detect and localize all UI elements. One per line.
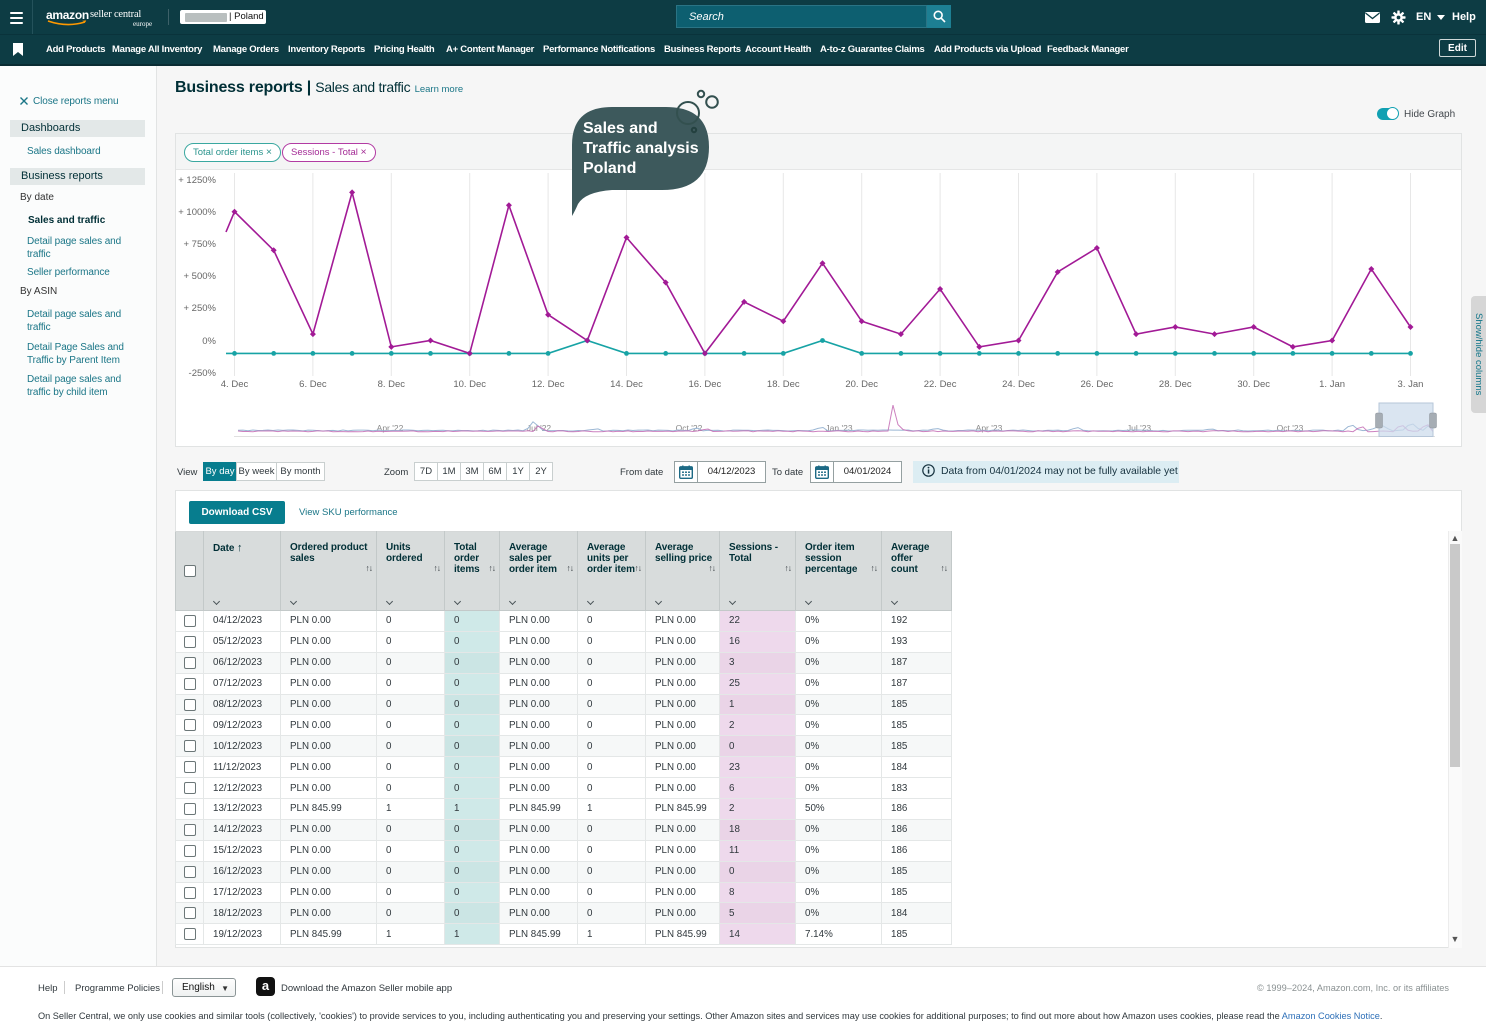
svg-text:1. Jan: 1. Jan bbox=[1319, 379, 1345, 390]
svg-text:6. Dec: 6. Dec bbox=[299, 379, 327, 390]
svg-text:Poland: Poland bbox=[583, 160, 636, 177]
svg-text:+ 1250%: + 1250% bbox=[178, 175, 216, 186]
svg-text:+ 1000%: + 1000% bbox=[178, 207, 216, 218]
svg-text:8. Dec: 8. Dec bbox=[378, 379, 406, 390]
svg-text:-250%: -250% bbox=[189, 368, 217, 379]
svg-text:24. Dec: 24. Dec bbox=[1002, 379, 1035, 390]
svg-text:30. Dec: 30. Dec bbox=[1237, 379, 1270, 390]
svg-text:20. Dec: 20. Dec bbox=[845, 379, 878, 390]
svg-text:10. Dec: 10. Dec bbox=[453, 379, 486, 390]
svg-text:4. Dec: 4. Dec bbox=[221, 379, 249, 390]
svg-text:16. Dec: 16. Dec bbox=[689, 379, 722, 390]
svg-text:14. Dec: 14. Dec bbox=[610, 379, 643, 390]
svg-text:3. Jan: 3. Jan bbox=[1398, 379, 1424, 390]
svg-text:+ 250%: + 250% bbox=[184, 303, 217, 314]
svg-text:0%: 0% bbox=[202, 336, 216, 347]
svg-text:28. Dec: 28. Dec bbox=[1159, 379, 1192, 390]
svg-text:22. Dec: 22. Dec bbox=[924, 379, 957, 390]
svg-text:+ 500%: + 500% bbox=[184, 271, 217, 282]
svg-text:18. Dec: 18. Dec bbox=[767, 379, 800, 390]
svg-text:Sales and: Sales and bbox=[583, 120, 658, 137]
svg-text:+ 750%: + 750% bbox=[184, 239, 217, 250]
svg-text:Traffic analysis: Traffic analysis bbox=[583, 140, 699, 157]
svg-text:26. Dec: 26. Dec bbox=[1081, 379, 1114, 390]
svg-text:12. Dec: 12. Dec bbox=[532, 379, 565, 390]
